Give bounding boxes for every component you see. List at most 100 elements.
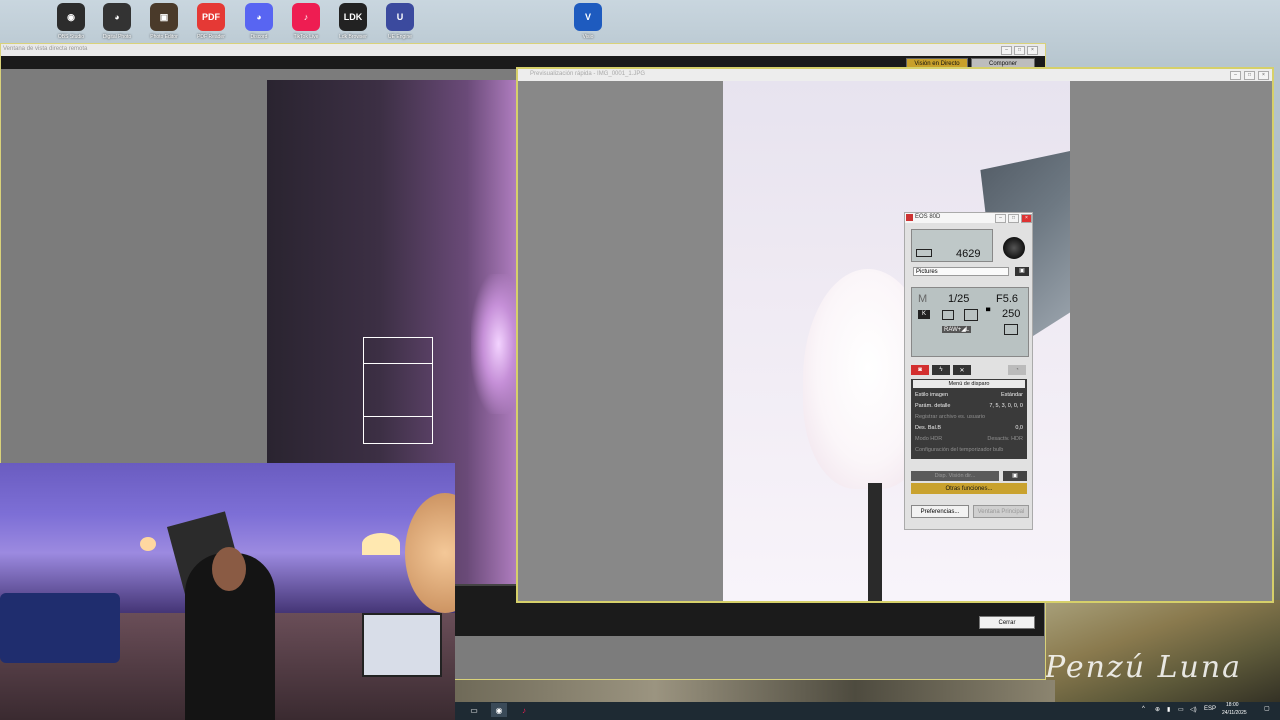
tab-shooting-icon[interactable]: ◙ (911, 365, 929, 375)
live-view-light-glow (471, 274, 517, 414)
eos-close-button[interactable]: × (1021, 214, 1032, 223)
live-view-icon[interactable]: ▣ (1003, 471, 1027, 481)
window-close-button[interactable]: × (1027, 46, 1038, 55)
webcam-sofa (0, 593, 120, 663)
webcam-lamp (362, 533, 400, 555)
menu-row[interactable]: Estilo imagen Estándar (911, 390, 1027, 400)
main-window-button[interactable]: Ventana Principal (973, 505, 1029, 518)
image-quality[interactable]: RAW+◢L (942, 326, 972, 333)
obs-icon: ◉ (57, 3, 85, 31)
desktop-shortcut[interactable]: ◕ Digital Photo (94, 3, 140, 45)
tray-usb-icon[interactable]: ⊕ (1155, 706, 1160, 713)
desktop-shortcut[interactable]: ◉ OBS Studio (48, 3, 94, 45)
ldk-icon: LDK (339, 3, 367, 31)
eos-utility-window: EOS 80D – □ × 4629 Pictures ▣ M 1/25 F5.… (904, 212, 1033, 530)
discord-icon: ◕ (245, 3, 273, 31)
shooting-menu-header: Menú de disparo (913, 380, 1025, 388)
desktop-shortcut[interactable]: LDK Ldk Browser (330, 3, 376, 45)
desktop-shortcut-label: TikTok Live (293, 34, 319, 40)
picture-style-select[interactable]: Pictures (913, 267, 1009, 276)
taskbar-app-icon[interactable]: ◉ (491, 703, 507, 717)
tray-volume-icon[interactable]: ◁) (1190, 706, 1197, 713)
tab-timer-icon[interactable]: ◔ (1008, 365, 1026, 375)
white-balance-icon[interactable]: K (918, 310, 930, 319)
iso-icon: ▀ (986, 309, 991, 315)
af-mode-icon[interactable] (964, 309, 978, 321)
webcam-lamp (140, 537, 156, 551)
close-button[interactable]: Cerrar (979, 616, 1035, 629)
eos-maximize-button[interactable]: □ (1008, 214, 1019, 223)
menu-row[interactable]: Des. Bal.B 0,0 (911, 423, 1027, 433)
wallpaper-signature: Penzú Luna (1045, 650, 1243, 685)
desktop-wallpaper-strip (455, 680, 1055, 702)
desktop-shortcut[interactable]: U UE Engine (377, 3, 423, 45)
clock-time[interactable]: 18:00 (1226, 702, 1239, 708)
iso-value[interactable]: 250 (1002, 308, 1020, 320)
preview-title: Previsualización rápida - IMG_0001_1.JPG (530, 71, 646, 77)
desktop-shortcut-label: PDF Reader (197, 34, 225, 40)
preview-titlebar: Previsualización rápida - IMG_0001_1.JPG… (518, 69, 1272, 81)
menu-row-label: Parám. detalle (915, 403, 951, 409)
maximize-button[interactable]: □ (1014, 46, 1025, 55)
tab-tools-icon[interactable]: ✕ (953, 365, 971, 375)
preview-minimize-button[interactable]: – (1230, 71, 1241, 80)
preview-stand (868, 483, 882, 601)
tray-mic-icon[interactable]: ▮ (1167, 706, 1170, 713)
desktop-shortcut-label: OBS Studio (57, 34, 85, 40)
menu-row: Registrar archivo es. usuario (911, 412, 1027, 422)
shutter-speed[interactable]: 1/25 (948, 293, 969, 305)
remote-live-view-button[interactable]: Disp. Visión dir... (911, 471, 999, 481)
aperture-value[interactable]: F5.6 (996, 293, 1018, 305)
notification-icon[interactable]: ▢ (1264, 705, 1270, 712)
focus-grid-cell (363, 337, 433, 364)
desktop-shortcut-label: Discord (250, 34, 268, 40)
focus-grid[interactable] (363, 337, 433, 444)
live-view-title: Ventana de vista directa remota (3, 46, 88, 52)
desktop-shortcut[interactable]: ◕ Discord (236, 3, 282, 45)
preview-maximize-button[interactable]: □ (1244, 71, 1255, 80)
tray-chevron-icon[interactable]: ^ (1142, 706, 1145, 712)
menu-row: Configuración del temporizador bulb (911, 445, 1027, 455)
taskbar-window-icon[interactable]: ▭ (466, 703, 482, 717)
mode-dial-icon[interactable] (1003, 237, 1025, 259)
eos-app-icon (906, 214, 913, 221)
menu-row-label: Des. Bal.B (915, 425, 941, 431)
taskbar-tiktok-icon[interactable]: ♪ (516, 703, 532, 717)
unreal-icon: U (386, 3, 414, 31)
desktop-shortcut[interactable]: V Visio (565, 3, 611, 45)
preview-close-button[interactable]: × (1258, 71, 1269, 80)
tiktok-icon: ♪ (292, 3, 320, 31)
desktop-shortcut[interactable]: PDF PDF Reader (188, 3, 234, 45)
visio-icon: V (574, 3, 602, 31)
image-editor-icon: ▣ (150, 3, 178, 31)
desktop-shortcut-label: Digital Photo (102, 34, 132, 40)
live-view-titlebar: Ventana de vista directa remota – □ × (1, 44, 1045, 56)
shooting-mode[interactable]: M (918, 293, 927, 305)
menu-row-label: Configuración del temporizador bulb (915, 447, 1004, 453)
drive-mode-icon[interactable] (1004, 324, 1018, 335)
menu-row[interactable]: Parám. detalle 7, 5, 3, 0, 0, 0 (911, 401, 1027, 411)
desktop-shortcut[interactable]: ♪ TikTok Live (283, 3, 329, 45)
menu-row-label: Estilo imagen (915, 392, 949, 398)
camera-icon: ◕ (103, 3, 131, 31)
eos-minimize-button[interactable]: – (995, 214, 1006, 223)
minimize-button[interactable]: – (1001, 46, 1012, 55)
tab-flash-icon[interactable]: ϟ (932, 365, 950, 375)
eos-settings-lcd: M 1/25 F5.6 K ▀ 250 RAW+◢L (911, 287, 1029, 357)
webcam-monitor (362, 613, 442, 677)
tray-language[interactable]: ESP (1204, 706, 1216, 712)
menu-row-value: 0,0 (1015, 425, 1023, 431)
desktop-shortcut-label: UE Engine (388, 34, 412, 40)
clock-date[interactable]: 24/11/2025 (1222, 710, 1247, 716)
quick-preview-window: Previsualización rápida - IMG_0001_1.JPG… (516, 67, 1274, 603)
preferences-button[interactable]: Preferencias... (911, 505, 969, 518)
menu-row-label: Modo HDR (915, 436, 943, 442)
desktop-shortcut-label: Ldk Browser (339, 34, 367, 40)
menu-row-value: Estándar (1000, 392, 1023, 398)
metering-icon[interactable] (942, 310, 954, 320)
camera-settings-icon[interactable]: ▣ (1015, 267, 1029, 276)
tray-network-icon[interactable]: ▭ (1178, 706, 1184, 713)
other-functions-dropdown[interactable]: Otras funciones... (911, 483, 1027, 494)
desktop-shortcut[interactable]: ▣ Photo Editor (141, 3, 187, 45)
eos-title: EOS 80D (915, 214, 941, 220)
